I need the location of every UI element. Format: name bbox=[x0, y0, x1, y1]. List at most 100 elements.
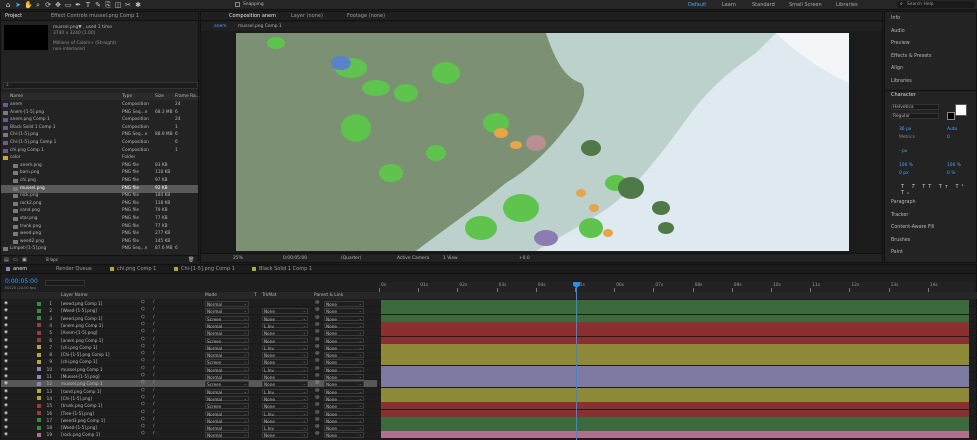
label-color-swatch[interactable] bbox=[37, 403, 41, 408]
exposure-value[interactable]: +0.0 bbox=[519, 256, 530, 261]
parent-select[interactable]: None ⌄ bbox=[324, 388, 364, 395]
fx-switch-icon[interactable]: / bbox=[153, 417, 155, 422]
layer-duration-bar[interactable] bbox=[381, 431, 969, 439]
layer-duration-bar[interactable] bbox=[381, 402, 969, 410]
panel-effects-presets[interactable]: Effects & Presets bbox=[891, 54, 932, 59]
layer-name[interactable]: [anem.png Comp 1] bbox=[61, 323, 103, 328]
layer-row[interactable]: ◉ 6 [anem.png Comp 1] ⌬ / Screen ⌄ None ⌄ … bbox=[1, 336, 977, 344]
layer-row[interactable]: ◉ 16 [Tree-[1-5].png] ⌬ / Normal ⌄ L.Inv ⌄… bbox=[1, 409, 977, 417]
panel-libraries[interactable]: Libraries bbox=[891, 79, 912, 84]
label-color-swatch[interactable] bbox=[37, 367, 41, 372]
blend-mode-select[interactable]: Normal ⌄ bbox=[205, 322, 249, 329]
tsume-value[interactable]: 0 % bbox=[947, 171, 955, 176]
track-matte-select[interactable]: L.Inv ⌄ bbox=[262, 410, 308, 417]
layer-duration-bar[interactable] bbox=[381, 380, 969, 388]
parent-select[interactable]: None ⌄ bbox=[324, 425, 364, 431]
shy-switch-icon[interactable]: ⌬ bbox=[141, 329, 145, 334]
pick-whip-icon[interactable]: @ bbox=[315, 315, 320, 320]
eye-icon[interactable]: ◉ bbox=[4, 316, 8, 321]
layer-name[interactable]: [chi.png Comp 1] bbox=[61, 345, 97, 350]
layer-name[interactable]: mussel.png Comp 1 bbox=[61, 381, 103, 386]
track-matte-select[interactable]: None ⌄ bbox=[262, 352, 308, 358]
eye-icon[interactable]: ◉ bbox=[4, 367, 8, 372]
parent-select[interactable]: None ⌄ bbox=[324, 322, 364, 329]
layer-duration-bar[interactable] bbox=[381, 351, 969, 359]
blend-mode-select[interactable]: Normal ⌄ bbox=[205, 301, 249, 307]
layer-duration-bar[interactable] bbox=[381, 300, 969, 307]
magnification-select[interactable]: 25% bbox=[233, 256, 243, 261]
fx-switch-icon[interactable]: / bbox=[153, 307, 155, 312]
eye-icon[interactable]: ◉ bbox=[4, 323, 8, 328]
panel-paragraph[interactable]: Paragraph bbox=[891, 200, 916, 205]
shy-switch-icon[interactable]: ⌬ bbox=[141, 380, 145, 385]
layer-name[interactable]: [Weed-[1-5].png] bbox=[61, 425, 97, 430]
track-matte-select[interactable]: None ⌄ bbox=[262, 403, 308, 409]
subtab-anem[interactable]: anem bbox=[214, 24, 226, 29]
tab-black-solid[interactable]: Black Solid 1 Comp 1 bbox=[259, 266, 312, 272]
layer-name[interactable]: [sand.png Comp 1] bbox=[61, 389, 101, 394]
layer-name[interactable]: [Tree-[1-5].png] bbox=[61, 411, 94, 416]
eye-icon[interactable]: ◉ bbox=[4, 352, 8, 357]
fx-switch-icon[interactable]: / bbox=[153, 431, 155, 436]
layer-row[interactable]: ◉ 5 [Anem-[1-5].png] ⌬ / Normal ⌄ None ⌄ @… bbox=[1, 329, 977, 337]
parent-select[interactable]: None ⌄ bbox=[324, 308, 364, 314]
workspace-standard[interactable]: Standard bbox=[752, 2, 775, 8]
camera-select[interactable]: Active Camera bbox=[397, 256, 429, 261]
layer-duration-bar[interactable] bbox=[381, 424, 969, 432]
track-matte-select[interactable]: L.Inv ⌄ bbox=[262, 388, 308, 395]
tab-layer[interactable]: Layer (none) bbox=[291, 13, 323, 19]
col-type[interactable]: Type bbox=[122, 94, 132, 99]
viewer-timecode[interactable]: 0:00:05:00 bbox=[283, 256, 307, 261]
layer-duration-bar[interactable] bbox=[381, 336, 969, 344]
workspace-default[interactable]: Default bbox=[688, 2, 706, 8]
panel-tracker[interactable]: Tracker bbox=[891, 213, 908, 218]
tab-effect-controls[interactable]: Effect Controls mussel.png Comp 1 bbox=[51, 13, 139, 19]
track-matte-select[interactable]: None ⌄ bbox=[262, 381, 308, 387]
horizontal-scale-value[interactable]: 100 % bbox=[947, 163, 961, 168]
parent-select[interactable]: None ⌄ bbox=[324, 301, 364, 307]
layer-name[interactable]: [Chi-[1-5].png Comp 1] bbox=[61, 352, 109, 357]
blend-mode-select[interactable]: Screen ⌄ bbox=[205, 359, 249, 365]
panel-audio[interactable]: Audio bbox=[891, 29, 905, 34]
shy-switch-icon[interactable]: ⌬ bbox=[141, 366, 145, 371]
track-matte-select[interactable]: L.Inv ⌄ bbox=[262, 344, 308, 351]
parent-select[interactable]: None ⌄ bbox=[324, 374, 364, 380]
pick-whip-icon[interactable]: @ bbox=[315, 431, 320, 436]
track-matte-select[interactable]: L.Inv ⌄ bbox=[262, 366, 308, 373]
eye-icon[interactable]: ◉ bbox=[4, 432, 8, 437]
pick-whip-icon[interactable]: @ bbox=[315, 344, 320, 349]
layer-duration-bar[interactable] bbox=[381, 307, 969, 315]
project-item[interactable]: Limpet-[1-5].png PNG Seq...e 87.6 MB 6 bbox=[1, 245, 198, 253]
faux-style-buttons[interactable]: T T TT Tт T¹ T₁ bbox=[901, 184, 976, 196]
eye-icon[interactable]: ◉ bbox=[4, 330, 8, 335]
label-color-swatch[interactable] bbox=[37, 411, 41, 415]
panel-paint[interactable]: Paint bbox=[891, 250, 903, 255]
shy-switch-icon[interactable]: ⌬ bbox=[141, 424, 145, 429]
eye-icon[interactable]: ◉ bbox=[4, 411, 8, 416]
fx-switch-icon[interactable]: / bbox=[153, 366, 155, 371]
parent-select[interactable]: None ⌄ bbox=[324, 337, 364, 344]
pick-whip-icon[interactable]: @ bbox=[315, 373, 320, 378]
label-color-swatch[interactable] bbox=[37, 308, 41, 313]
label-color-swatch[interactable] bbox=[37, 323, 41, 328]
layer-row[interactable]: ◉ 13 [sand.png Comp 1] ⌬ / Normal ⌄ L.Inv… bbox=[1, 387, 977, 395]
layer-duration-bar[interactable] bbox=[381, 365, 969, 373]
tab-chi-seq-comp[interactable]: Chi-[1-5].png Comp 1 bbox=[181, 266, 235, 272]
shy-switch-icon[interactable]: ⌬ bbox=[141, 344, 145, 349]
type-tool-icon[interactable]: T bbox=[84, 1, 92, 9]
layer-duration-bar[interactable] bbox=[381, 321, 969, 329]
layer-duration-bar[interactable] bbox=[381, 329, 969, 337]
tab-composition[interactable]: Composition anem bbox=[229, 13, 276, 19]
orbit-tool-icon[interactable]: ⟳ bbox=[44, 1, 52, 9]
fx-switch-icon[interactable]: / bbox=[153, 424, 155, 429]
track-matte-select[interactable]: None ⌄ bbox=[262, 395, 308, 402]
layer-name[interactable]: [weed.png Comp 1] bbox=[61, 316, 102, 321]
layer-name[interactable]: [Chi-[1-5].png] bbox=[61, 396, 92, 401]
fx-switch-icon[interactable]: / bbox=[153, 395, 155, 400]
shy-switch-icon[interactable]: ⌬ bbox=[141, 358, 145, 363]
label-color-swatch[interactable] bbox=[37, 425, 41, 430]
workspace-small-screen[interactable]: Small Screen bbox=[789, 2, 822, 8]
layer-name[interactable]: [anem.png Comp 1] bbox=[61, 338, 103, 343]
layer-row[interactable]: ◉ 9 [chi.png Comp 1] ⌬ / Screen ⌄ None ⌄ @… bbox=[1, 358, 977, 366]
workspace-libraries[interactable]: Libraries bbox=[836, 2, 858, 8]
